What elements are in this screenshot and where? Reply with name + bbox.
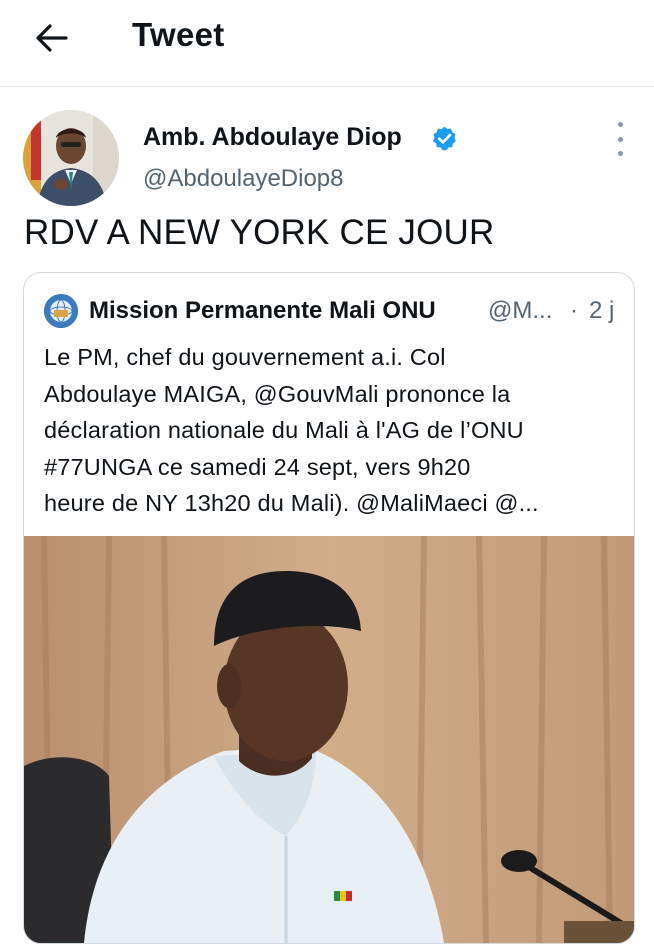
- author-avatar[interactable]: [23, 110, 119, 206]
- verified-badge-icon: [433, 126, 456, 151]
- more-dot-icon: [617, 122, 623, 127]
- page-title: Tweet: [132, 16, 225, 53]
- quoted-tweet-card[interactable]: Mission Permanente Mali ONU @M... · 2 j …: [23, 272, 635, 944]
- quoted-author-handle[interactable]: @M...: [488, 297, 552, 325]
- arrow-left-icon: [36, 24, 68, 52]
- tweet-text: RDV A NEW YORK CE JOUR: [24, 213, 495, 252]
- top-bar: Tweet: [0, 0, 654, 87]
- more-dot-icon: [617, 151, 623, 156]
- quoted-author-avatar[interactable]: [44, 294, 78, 328]
- quoted-tweet-photo[interactable]: [24, 536, 634, 943]
- quoted-text-line: déclaration nationale du Mali à l'AG de …: [44, 417, 524, 443]
- quoted-text-line: Le PM, chef du gouvernement a.i. Col: [44, 344, 446, 370]
- meta-separator: ·: [570, 297, 578, 324]
- quoted-text-line: heure de NY 13h20 du Mali). @MaliMaeci @…: [44, 490, 539, 516]
- quoted-timestamp[interactable]: 2 j: [589, 297, 614, 325]
- author-handle[interactable]: @AbdoulayeDiop8: [143, 165, 344, 193]
- quoted-tweet-text: Le PM, chef du gouvernement a.i. Col Abd…: [44, 339, 619, 522]
- quoted-text-line: Abdoulaye MAIGA, @GouvMali prononce la: [44, 380, 511, 407]
- quoted-author-name[interactable]: Mission Permanente Mali ONU: [89, 297, 436, 325]
- quoted-text-line: #77UNGA ce samedi 24 sept, vers 9h20: [44, 453, 471, 480]
- more-options-button[interactable]: [608, 122, 632, 156]
- author-name[interactable]: Amb. Abdoulaye Diop: [143, 123, 402, 152]
- back-button[interactable]: [30, 18, 74, 58]
- more-dot-icon: [617, 136, 623, 142]
